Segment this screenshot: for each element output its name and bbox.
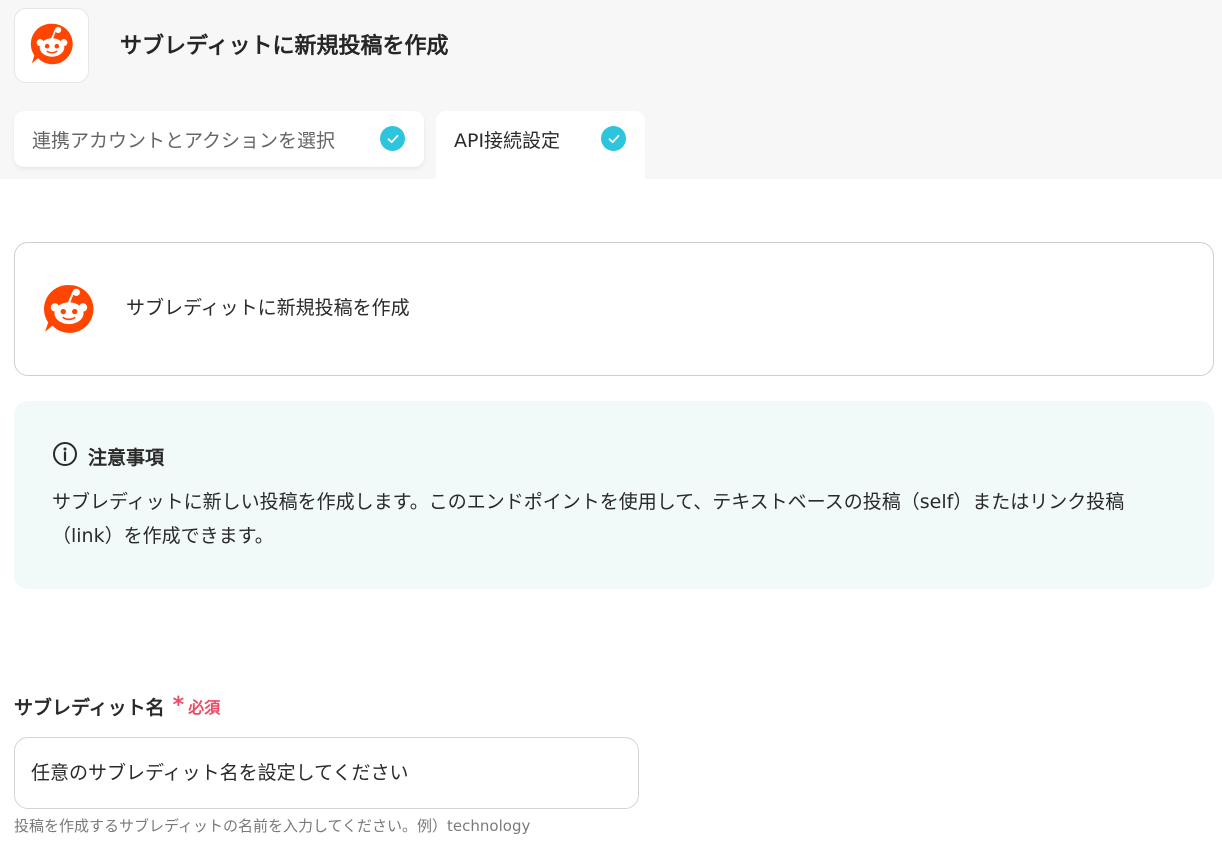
notice-title: 注意事項 [88,446,165,469]
header-band: サブレディットに新規投稿を作成 連携アカウントとアクションを選択 API接続設定 [0,0,1222,179]
action-name: サブレディットに新規投稿を作成 [126,297,410,319]
tab-select-account-action[interactable]: 連携アカウントとアクションを選択 [14,111,424,167]
info-icon [52,441,78,471]
tab-label: API接続設定 [454,129,561,152]
action-card: サブレディットに新規投稿を作成 [14,242,1214,376]
check-circle-icon [601,126,626,151]
field-label-text: サブレディット名 [14,696,165,719]
check-circle-icon [380,126,405,151]
subreddit-name-label: サブレディット名 * 必須 [14,691,220,721]
tab-api-connection-settings[interactable]: API接続設定 [436,111,645,179]
reddit-icon [30,22,74,70]
field-help-text: 投稿を作成するサブレディットの名前を入力してください。例）technology [14,817,531,835]
page: サブレディットに新規投稿を作成 連携アカウントとアクションを選択 API接続設定 [0,0,1222,842]
reddit-icon [43,283,95,339]
notice-header: 注意事項 [52,441,164,471]
app-icon-tile [14,8,89,83]
page-title: サブレディットに新規投稿を作成 [120,34,449,59]
tab-label: 連携アカウントとアクションを選択 [32,129,336,152]
asterisk-icon: * [172,693,185,718]
required-badge: 必須 [188,698,221,717]
notice-box: 注意事項 サブレディットに新しい投稿を作成します。このエンドポイントを使用して、… [14,401,1214,589]
subreddit-name-input[interactable] [14,737,639,809]
notice-body: サブレディットに新しい投稿を作成します。このエンドポイントを使用して、テキストベ… [52,491,1125,547]
